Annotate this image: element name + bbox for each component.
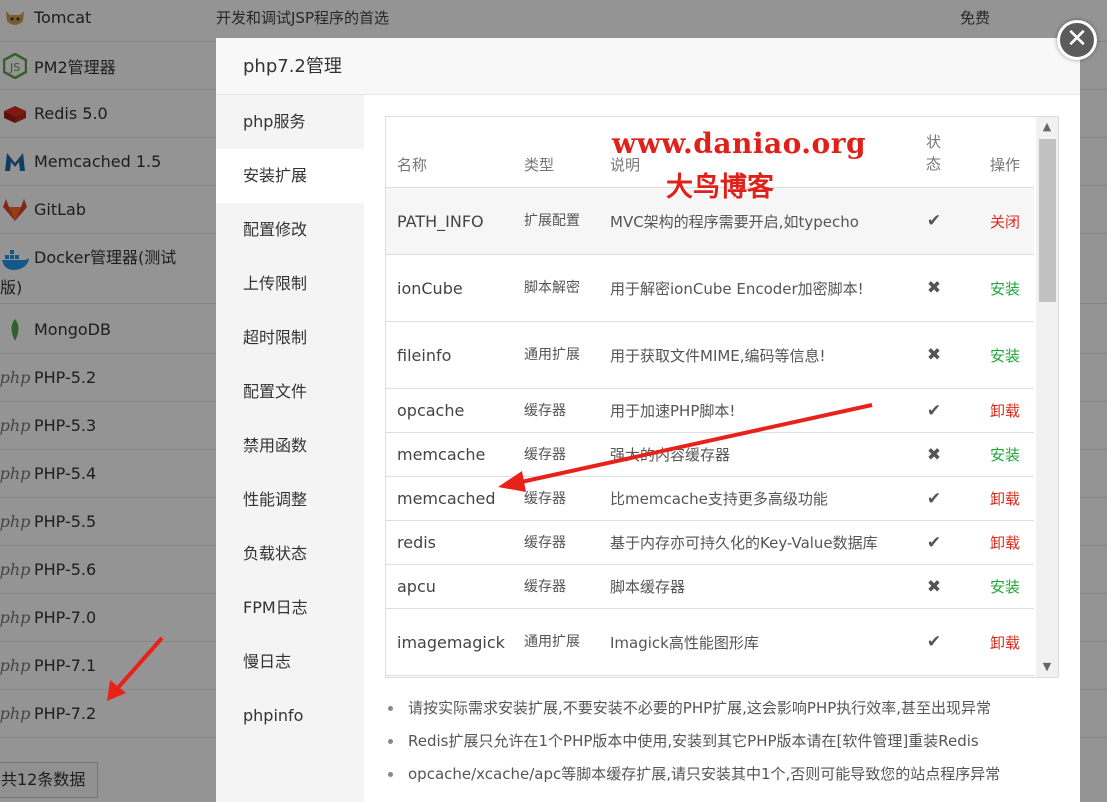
tip-item: 请按实际需求安装扩展,不要安装不必要的PHP扩展,这会影响PHP执行效率,甚至出… xyxy=(386,692,1076,725)
table-row: ionCube 脚本解密 用于解密ionCube Encoder加密脚本! ✖ … xyxy=(386,255,1034,322)
status-check-icon: ✔ xyxy=(926,400,942,421)
tips-list: 请按实际需求安装扩展,不要安装不必要的PHP扩展,这会影响PHP执行效率,甚至出… xyxy=(386,692,1076,791)
uninstall-button[interactable]: 卸载 xyxy=(990,389,1030,432)
watermark-name: 大鸟博客 xyxy=(666,172,774,203)
menu-item-disabled-functions[interactable]: 禁用函数 xyxy=(216,419,364,473)
scroll-down-arrow-icon[interactable]: ▼ xyxy=(1036,657,1058,677)
extensions-panel: 名称 类型 说明 状 态 操作 PATH_INFO 扩展配置 MVC架构的程序需… xyxy=(364,95,1080,802)
status-check-icon: ✔ xyxy=(926,632,942,652)
menu-item-phpinfo[interactable]: phpinfo xyxy=(216,689,364,743)
table-row: memcached 缓存器 比memcache支持更多高级功能 ✔ 卸载 xyxy=(386,477,1034,521)
table-scrollbar[interactable]: ▲ ▼ xyxy=(1036,117,1058,677)
extension-type: 脚本解密 xyxy=(524,280,580,296)
extension-name: memcached xyxy=(397,489,496,508)
scroll-up-arrow-icon[interactable]: ▲ xyxy=(1036,117,1058,137)
table-row: opcache 缓存器 用于加速PHP脚本! ✔ 卸载 xyxy=(386,389,1034,433)
php-manager-dialog: php7.2管理 php服务 安装扩展 配置修改 上传限制 超时限制 配置文件 … xyxy=(216,38,1080,802)
install-button[interactable]: 安装 xyxy=(990,433,1030,476)
extension-name: fileinfo xyxy=(397,345,452,365)
extension-description: 用于加速PHP脚本! xyxy=(610,402,736,420)
extension-type: 通用扩展 xyxy=(524,347,580,363)
extension-name: ionCube xyxy=(397,278,463,298)
table-row: imagemagick 通用扩展 Imagick高性能图形库 ✔ 卸载 xyxy=(386,609,1034,676)
menu-item-config-file[interactable]: 配置文件 xyxy=(216,365,364,419)
extension-name: memcache xyxy=(397,445,486,464)
menu-item-load-status[interactable]: 负载状态 xyxy=(216,527,364,581)
menu-item-php-service[interactable]: php服务 xyxy=(216,95,364,149)
extension-type: 缓存器 xyxy=(524,446,566,463)
extension-description: 用于获取文件MIME,编码等信息! xyxy=(610,346,826,365)
column-header-name: 名称 xyxy=(397,156,428,174)
extension-name: redis xyxy=(397,533,437,552)
install-button[interactable]: 安装 xyxy=(990,565,1030,608)
extension-type: 缓存器 xyxy=(524,490,566,507)
dialog-title: php7.2管理 xyxy=(216,38,1080,95)
extension-type: 缓存器 xyxy=(524,402,566,419)
disable-button[interactable]: 关闭 xyxy=(990,188,1030,254)
table-row: redis 缓存器 基于内存亦可持久化的Key-Value数据库 ✔ 卸载 xyxy=(386,521,1034,565)
extension-description: 比memcache支持更多高级功能 xyxy=(610,490,828,508)
extension-description: 强大的内容缓存器 xyxy=(610,446,731,464)
scroll-thumb[interactable] xyxy=(1039,139,1056,302)
uninstall-button[interactable]: 卸载 xyxy=(990,477,1030,520)
dialog-sidebar: php服务 安装扩展 配置修改 上传限制 超时限制 配置文件 禁用函数 性能调整… xyxy=(216,95,364,802)
menu-item-slow-log[interactable]: 慢日志 xyxy=(216,635,364,689)
column-header-status: 状 态 xyxy=(926,117,941,188)
install-button[interactable]: 安装 xyxy=(990,255,1030,321)
column-header-status-line2: 态 xyxy=(926,155,942,173)
tip-item: opcache/xcache/apc等脚本缓存扩展,请只安装其中1个,否则可能导… xyxy=(386,758,1076,791)
status-check-icon: ✔ xyxy=(926,211,942,231)
menu-item-config-edit[interactable]: 配置修改 xyxy=(216,203,364,257)
menu-item-upload-limit[interactable]: 上传限制 xyxy=(216,257,364,311)
menu-item-install-extensions[interactable]: 安装扩展 xyxy=(216,149,364,203)
column-header-action: 操作 xyxy=(990,156,1021,174)
extension-description: 基于内存亦可持久化的Key-Value数据库 xyxy=(610,534,878,552)
close-dialog-button[interactable]: ✕ xyxy=(1057,20,1097,60)
extension-name: PATH_INFO xyxy=(397,211,484,231)
table-row: apcu 缓存器 脚本缓存器 ✖ 安装 xyxy=(386,565,1034,609)
status-cross-icon: ✖ xyxy=(926,576,942,597)
tip-item: Redis扩展只允许在1个PHP版本中使用,安装到其它PHP版本请在[软件管理]… xyxy=(386,725,1076,758)
uninstall-button[interactable]: 卸载 xyxy=(990,609,1030,675)
menu-item-performance-tuning[interactable]: 性能调整 xyxy=(216,473,364,527)
table-row: fileinfo 通用扩展 用于获取文件MIME,编码等信息! ✖ 安装 xyxy=(386,322,1034,389)
extension-name: imagemagick xyxy=(397,632,505,652)
status-cross-icon: ✖ xyxy=(926,444,942,465)
extension-description: Imagick高性能图形库 xyxy=(610,633,759,652)
menu-item-timeout-limit[interactable]: 超时限制 xyxy=(216,311,364,365)
watermark-url: www.daniao.org xyxy=(612,127,867,160)
extension-type: 缓存器 xyxy=(524,534,566,551)
extension-name: apcu xyxy=(397,577,436,596)
column-header-status-line1: 状 xyxy=(926,133,942,151)
status-check-icon: ✔ xyxy=(926,532,942,553)
uninstall-button[interactable]: 卸载 xyxy=(990,521,1030,564)
status-cross-icon: ✖ xyxy=(926,345,942,365)
status-check-icon: ✔ xyxy=(926,488,942,509)
extension-type: 通用扩展 xyxy=(524,634,580,650)
extension-type: 缓存器 xyxy=(524,578,566,595)
install-button[interactable]: 安装 xyxy=(990,322,1030,388)
status-cross-icon: ✖ xyxy=(926,278,942,298)
menu-item-fpm-log[interactable]: FPM日志 xyxy=(216,581,364,635)
column-header-type: 类型 xyxy=(524,156,555,174)
extension-name: opcache xyxy=(397,401,465,420)
extension-type: 扩展配置 xyxy=(524,213,580,229)
table-row: memcache 缓存器 强大的内容缓存器 ✖ 安装 xyxy=(386,433,1034,477)
extension-description: 用于解密ionCube Encoder加密脚本! xyxy=(610,279,864,298)
extension-description: 脚本缓存器 xyxy=(610,578,686,596)
